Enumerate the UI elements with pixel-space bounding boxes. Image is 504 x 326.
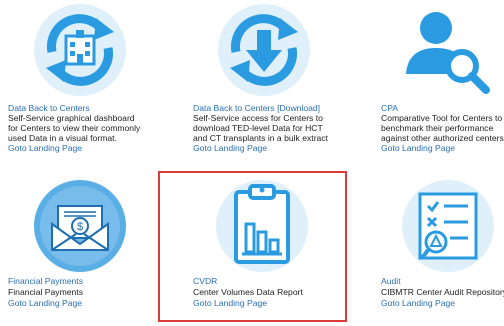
tile-description-line: Comparative Tool for Centers to bbox=[381, 113, 503, 123]
tile-title[interactable]: CPA bbox=[381, 103, 398, 113]
payment-envelope-icon[interactable]: $ bbox=[32, 178, 128, 274]
tile-description-line: download TED-level Data for HCT bbox=[193, 123, 323, 133]
goto-landing-page-link[interactable]: Goto Landing Page bbox=[193, 143, 267, 153]
goto-landing-page-link[interactable]: Goto Landing Page bbox=[381, 143, 455, 153]
tile-description-line: for Centers to view their commonly bbox=[8, 123, 141, 133]
tile-description-line: benchmark their performance bbox=[381, 123, 494, 133]
tile-description-line: Self-Service access for Centers to bbox=[193, 113, 323, 123]
tile-title[interactable]: Audit bbox=[381, 276, 401, 286]
tile-title[interactable]: Data Back to Centers bbox=[8, 103, 90, 113]
tile-description-line: Financial Payments bbox=[8, 287, 83, 297]
tile-title[interactable]: Data Back to Centers [Download] bbox=[193, 103, 320, 113]
user-search-icon[interactable] bbox=[400, 2, 496, 98]
download-sync-icon[interactable] bbox=[216, 2, 312, 98]
tile-description-line: and CT transplants in a bulk extract bbox=[193, 133, 329, 143]
goto-landing-page-link[interactable]: Goto Landing Page bbox=[8, 298, 82, 308]
tile-description-line: against other authorized centers bbox=[381, 133, 504, 143]
hospital-sync-icon[interactable] bbox=[32, 2, 128, 98]
tile-description-line: used Data in a visual format. bbox=[8, 133, 117, 143]
svg-text:$: $ bbox=[77, 221, 83, 233]
goto-landing-page-link[interactable]: Goto Landing Page bbox=[381, 298, 455, 308]
selection-highlight-box bbox=[158, 171, 347, 322]
audit-checklist-icon[interactable] bbox=[400, 178, 496, 274]
tile-description-line: CIBMTR Center Audit Repository bbox=[381, 287, 504, 297]
tile-title[interactable]: Financial Payments bbox=[8, 276, 83, 286]
goto-landing-page-link[interactable]: Goto Landing Page bbox=[8, 143, 82, 153]
tile-description-line: Self-Service graphical dashboard bbox=[8, 113, 135, 123]
